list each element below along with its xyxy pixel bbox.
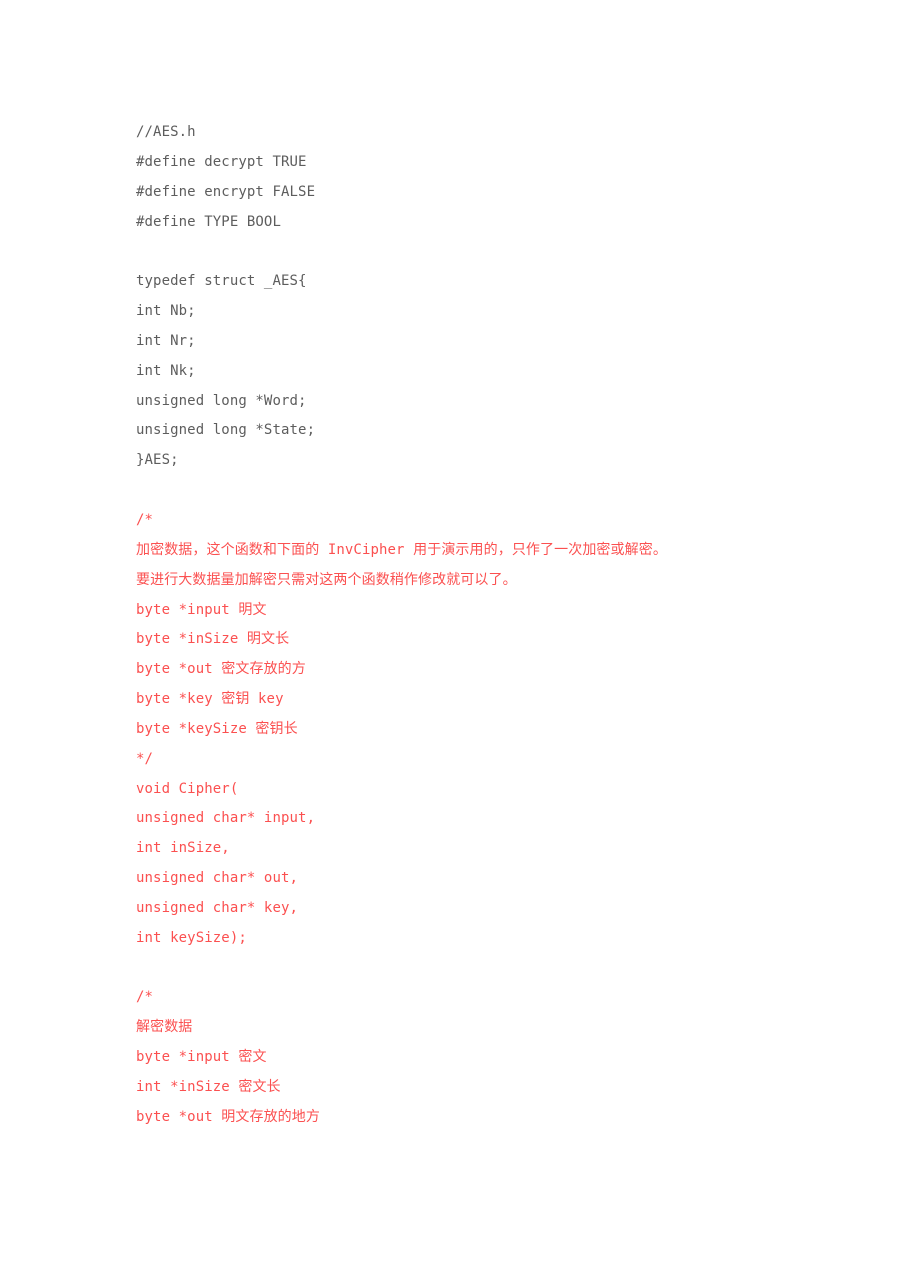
code-line: 要进行大数据量加解密只需对这两个函数稍作修改就可以了。: [136, 571, 517, 588]
code-line: byte *inSize 明文长: [136, 631, 290, 648]
code-line: byte *input 密文: [136, 1049, 267, 1066]
code-line: /*: [136, 511, 154, 528]
code-line: int Nk;: [136, 362, 196, 379]
document-page: //AES.h #define decrypt TRUE #define encry…: [0, 0, 904, 1280]
code-line: byte *input 明文: [136, 601, 267, 618]
code-line: int Nb;: [136, 303, 196, 320]
code-line: int Nr;: [136, 332, 196, 349]
code-line: unsigned char* out,: [136, 870, 299, 887]
code-line: unsigned char* input,: [136, 810, 316, 827]
code-line: 加密数据，这个函数和下面的 InvCipher 用于演示用的，只作了一次加密或解…: [136, 541, 667, 558]
code-line: byte *key 密钥 key: [136, 691, 284, 708]
code-line: }AES;: [136, 452, 179, 469]
code-line: void Cipher(: [136, 780, 239, 797]
code-line: int keySize);: [136, 929, 247, 946]
code-line: typedef struct _AES{: [136, 273, 307, 290]
code-line: #define encrypt FALSE: [136, 183, 316, 200]
code-line: #define decrypt TRUE: [136, 153, 307, 170]
code-line: int *inSize 密文长: [136, 1079, 281, 1095]
code-line: byte *out 密文存放的方: [136, 661, 306, 678]
code-line: /*: [136, 989, 154, 1006]
code-listing: //AES.h #define decrypt TRUE #define encry…: [136, 118, 758, 1133]
code-line: int inSize,: [136, 840, 230, 857]
code-line: */: [136, 750, 154, 767]
code-line: unsigned char* key,: [136, 899, 299, 916]
code-line: byte *out 明文存放的地方: [136, 1108, 320, 1125]
code-line: 解密数据: [136, 1019, 193, 1036]
code-line: #define TYPE BOOL: [136, 213, 281, 230]
code-line: //AES.h: [136, 124, 196, 140]
code-line: byte *keySize 密钥长: [136, 720, 298, 737]
code-line: unsigned long *Word;: [136, 392, 307, 409]
code-line: unsigned long *State;: [136, 422, 316, 439]
